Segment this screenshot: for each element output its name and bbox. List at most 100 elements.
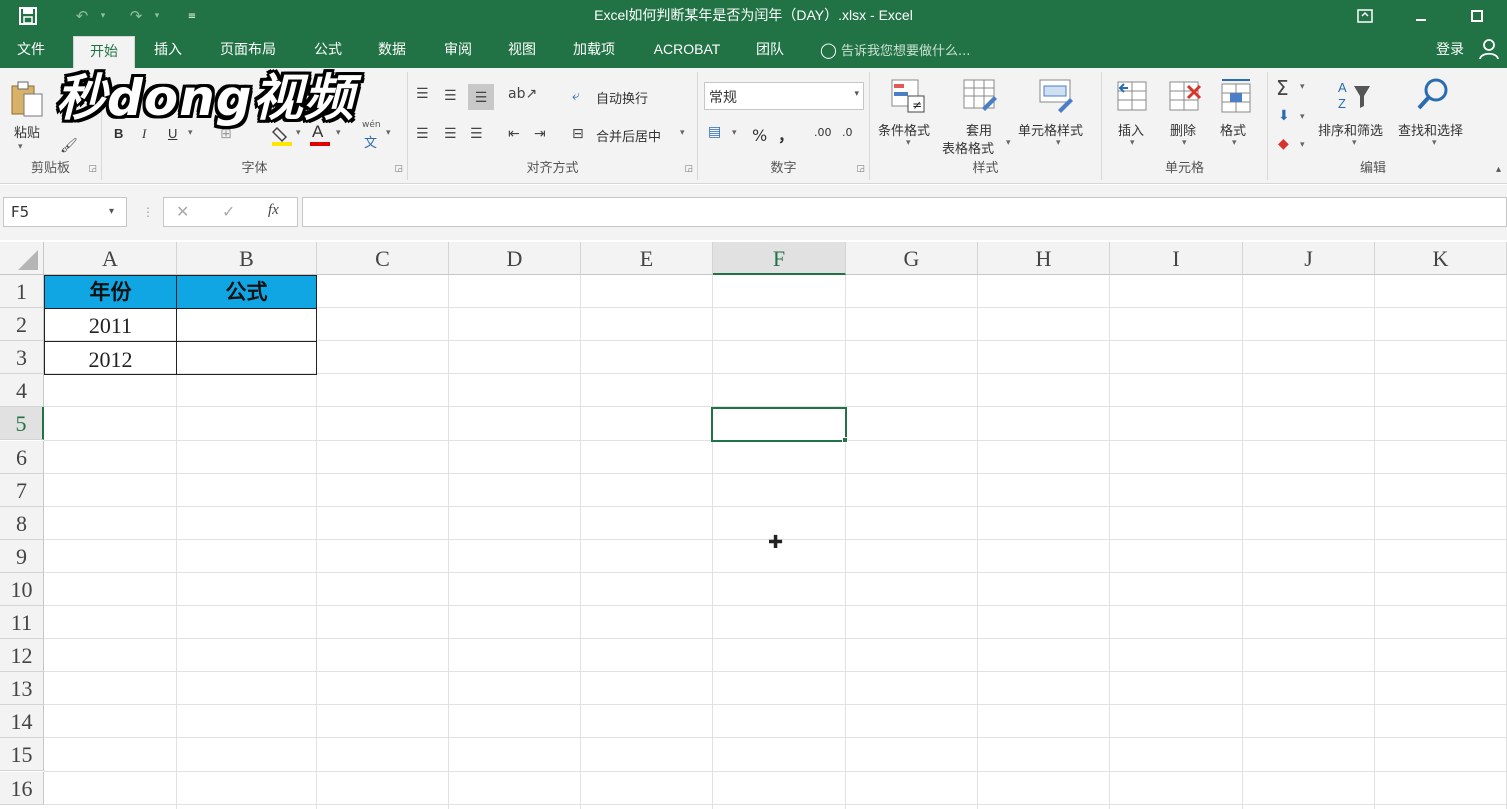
sort-filter-button[interactable]: 排序和筛选 xyxy=(1318,120,1383,139)
row-header-13[interactable]: 13 xyxy=(0,672,44,706)
select-all-button[interactable] xyxy=(0,242,44,275)
tab-file[interactable]: 文件 xyxy=(8,32,54,68)
tab-acrobat[interactable]: ACROBAT xyxy=(644,32,730,68)
row-header-10[interactable]: 10 xyxy=(0,572,44,606)
paste-button[interactable]: 粘贴 xyxy=(10,122,44,141)
sort-filter-icon[interactable]: AZ xyxy=(1334,78,1374,114)
column-header-k[interactable]: K xyxy=(1375,242,1507,275)
font-color-dropdown-icon[interactable]: ▾ xyxy=(336,128,341,138)
collapse-ribbon-icon[interactable]: ▴ xyxy=(1496,164,1501,175)
cancel-icon[interactable]: ✕ xyxy=(176,202,189,221)
column-header-a[interactable]: A xyxy=(44,242,177,275)
column-header-e[interactable]: E xyxy=(581,242,713,275)
borders-icon[interactable]: ⊞ xyxy=(220,126,232,142)
login-link[interactable]: 登录 xyxy=(1436,32,1464,68)
worksheet-grid[interactable]: ABCDEFGHIJK 1 2 3 4 5 6 7 8 9 10 11 12 13 14 15 16 年份 公… xyxy=(0,242,1507,809)
conditional-dropdown-icon[interactable]: ▾ xyxy=(906,138,911,148)
phonetic-dropdown-icon[interactable]: ▾ xyxy=(386,128,391,138)
percent-button[interactable]: % xyxy=(752,126,767,145)
find-dropdown-icon[interactable]: ▾ xyxy=(1432,138,1437,148)
align-middle-icon[interactable]: ☰ xyxy=(444,88,457,104)
column-header-i[interactable]: I xyxy=(1110,242,1243,275)
sort-dropdown-icon[interactable]: ▾ xyxy=(1352,138,1357,148)
tab-review[interactable]: 审阅 xyxy=(434,32,482,68)
formula-input[interactable] xyxy=(302,197,1507,227)
ribbon-display-icon[interactable] xyxy=(1350,0,1380,32)
conditional-format-icon[interactable]: ≠ xyxy=(890,78,926,114)
row-header-9[interactable]: 9 xyxy=(0,539,44,573)
find-select-icon[interactable] xyxy=(1414,76,1454,116)
align-top-icon[interactable]: ☰ xyxy=(416,86,429,102)
column-header-f[interactable]: F xyxy=(713,242,846,275)
clear-dropdown-icon[interactable]: ▾ xyxy=(1300,140,1305,150)
wrap-text-button[interactable]: 自动换行 xyxy=(596,88,648,107)
row-header-15[interactable]: 15 xyxy=(0,738,44,772)
row-header-16[interactable]: 16 xyxy=(0,771,44,805)
row-header-12[interactable]: 12 xyxy=(0,639,44,673)
cell-styles-dropdown-icon[interactable]: ▾ xyxy=(1056,138,1061,148)
format-table-icon[interactable] xyxy=(962,78,998,114)
autosum-dropdown-icon[interactable]: ▾ xyxy=(1300,82,1305,92)
italic-button[interactable]: I xyxy=(142,126,146,142)
row-header-7[interactable]: 7 xyxy=(0,473,44,507)
underline-button[interactable]: U xyxy=(168,126,177,141)
conditional-format-button[interactable]: 条件格式 xyxy=(878,120,930,139)
fill-dropdown-icon[interactable]: ▾ xyxy=(1300,112,1305,122)
paste-icon[interactable] xyxy=(10,80,46,120)
format-painter-icon[interactable]: 🖌 xyxy=(60,138,78,154)
column-header-d[interactable]: D xyxy=(449,242,581,275)
column-header-c[interactable]: C xyxy=(317,242,449,275)
maximize-icon[interactable] xyxy=(1462,0,1492,32)
align-bottom-icon[interactable]: ☰ xyxy=(468,84,494,110)
cell-styles-button[interactable]: 单元格样式 xyxy=(1018,120,1083,139)
tab-view[interactable]: 视图 xyxy=(498,32,546,68)
delete-cells-button[interactable]: 删除 xyxy=(1170,120,1196,139)
decrease-decimal-button[interactable]: .0 xyxy=(842,126,853,139)
minimize-icon[interactable] xyxy=(1406,0,1436,32)
phonetic-button[interactable]: 文 xyxy=(364,132,377,151)
clear-icon[interactable]: ◆ xyxy=(1278,136,1289,152)
cell-B1[interactable]: 公式 xyxy=(176,275,317,309)
cell-B3[interactable] xyxy=(176,341,317,375)
underline-dropdown-icon[interactable]: ▾ xyxy=(188,128,193,138)
user-icon[interactable] xyxy=(1478,38,1504,64)
format-cells-button[interactable]: 格式 xyxy=(1220,120,1246,139)
comma-button[interactable]: ， xyxy=(778,122,794,146)
align-center-icon[interactable]: ☰ xyxy=(444,126,457,142)
tell-me-box[interactable]: ◯ 告诉我您想要做什么... xyxy=(820,32,970,68)
insert-cells-icon[interactable] xyxy=(1116,78,1150,114)
cell-A1[interactable]: 年份 xyxy=(44,275,177,309)
selected-cell-F5[interactable] xyxy=(711,407,847,442)
increase-decimal-button[interactable]: .00 xyxy=(814,126,832,139)
fill-color-dropdown-icon[interactable]: ▾ xyxy=(296,128,301,138)
cell-B2[interactable] xyxy=(176,308,317,342)
column-header-j[interactable]: J xyxy=(1243,242,1375,275)
row-header-1[interactable]: 1 xyxy=(0,275,44,309)
format-table-dropdown-icon[interactable]: ▾ xyxy=(1006,138,1011,148)
enter-icon[interactable]: ✓ xyxy=(222,202,235,221)
cell-styles-icon[interactable] xyxy=(1038,78,1074,114)
format-dropdown-icon[interactable]: ▾ xyxy=(1232,138,1237,148)
row-header-6[interactable]: 6 xyxy=(0,440,44,474)
row-header-3[interactable]: 3 xyxy=(0,341,44,375)
accounting-icon[interactable]: ▤ xyxy=(708,124,721,140)
accounting-dropdown-icon[interactable]: ▾ xyxy=(732,128,737,138)
align-left-icon[interactable]: ☰ xyxy=(416,126,429,142)
orientation-icon[interactable]: ab↗ xyxy=(508,86,537,102)
row-header-4[interactable]: 4 xyxy=(0,374,44,408)
increase-indent-icon[interactable]: ⇥ xyxy=(534,126,546,142)
clipboard-launcher-icon[interactable]: ◲ xyxy=(88,164,97,174)
cell-A3[interactable]: 2012 xyxy=(44,341,177,375)
column-header-b[interactable]: B xyxy=(177,242,317,275)
decrease-indent-icon[interactable]: ⇤ xyxy=(508,126,520,142)
insert-cells-button[interactable]: 插入 xyxy=(1118,120,1144,139)
delete-cells-icon[interactable] xyxy=(1168,78,1204,114)
find-select-button[interactable]: 查找和选择 xyxy=(1398,120,1463,139)
number-launcher-icon[interactable]: ◲ xyxy=(856,164,865,174)
format-table-button[interactable]: 表格格式 xyxy=(942,138,994,157)
column-header-h[interactable]: H xyxy=(978,242,1110,275)
formula-bar-grip-icon[interactable]: ⋮ xyxy=(142,197,154,227)
number-format-select[interactable]: 常规 ▾ xyxy=(704,82,864,110)
fill-handle[interactable] xyxy=(842,437,848,443)
row-header-8[interactable]: 8 xyxy=(0,506,44,540)
